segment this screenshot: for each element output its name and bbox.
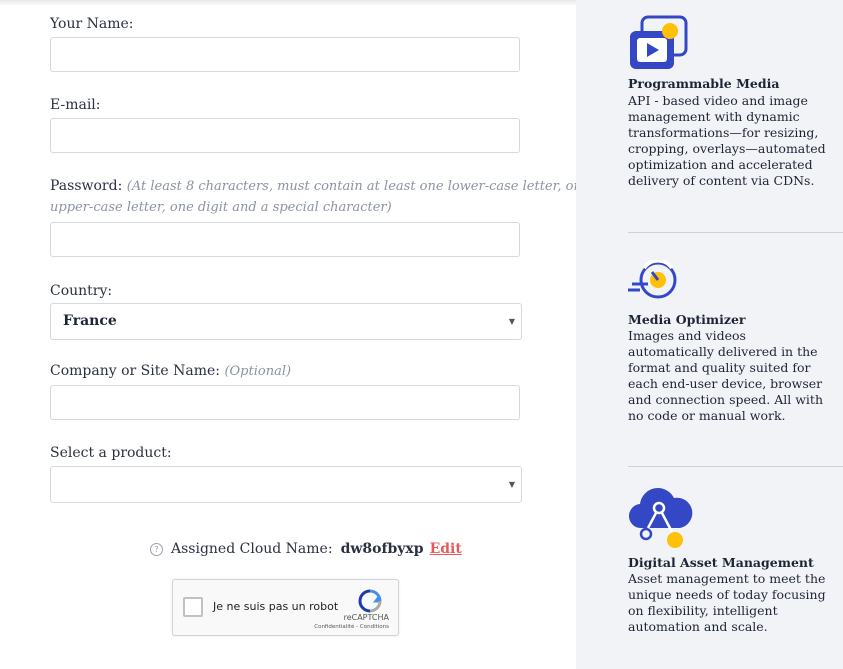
chevron-down-icon: ▼ — [508, 317, 515, 326]
company-label: Company or Site Name: — [50, 363, 220, 379]
feature-desc-digital-asset-management: Asset management to meet the unique need… — [628, 571, 826, 634]
country-selected-value: France — [63, 313, 117, 329]
divider — [628, 466, 843, 467]
media-optimizer-icon — [628, 260, 677, 299]
email-label: E-mail: — [50, 97, 101, 113]
name-input[interactable] — [51, 38, 519, 71]
recaptcha-terms-link[interactable]: Confidentialité - Conditions — [314, 624, 389, 630]
features-sidebar: Programmable Media API - based video and… — [576, 0, 843, 669]
feature-desc-programmable-media: API - based video and image management w… — [628, 93, 826, 188]
name-field[interactable] — [50, 37, 520, 72]
digital-asset-management-icon — [628, 488, 693, 548]
password-hint: (At least 8 characters, must contain at … — [126, 179, 590, 194]
password-label-row: Password: (At least 8 characters, must c… — [50, 178, 590, 194]
recaptcha-checkbox[interactable] — [183, 597, 203, 617]
company-optional-hint: (Optional) — [224, 364, 292, 379]
email-field[interactable] — [50, 118, 520, 153]
cloud-name-label: Assigned Cloud Name: — [171, 541, 333, 557]
password-input[interactable] — [51, 223, 519, 256]
country-select[interactable]: France ▼ — [50, 303, 522, 340]
password-hint-continued: upper-case letter, one digit and a speci… — [50, 200, 392, 215]
edit-cloud-name-link[interactable]: Edit — [430, 541, 462, 557]
recaptcha-logo-icon — [358, 589, 382, 613]
feature-title-media-optimizer: Media Optimizer — [628, 312, 746, 327]
company-input[interactable] — [51, 386, 519, 419]
assigned-cloud-name-row: ? Assigned Cloud Name: dw8ofbyxp Edit — [150, 541, 462, 557]
feature-title-digital-asset-management: Digital Asset Management — [628, 555, 814, 570]
password-label: Password: — [50, 178, 123, 194]
recaptcha-label: Je ne suis pas un robot — [213, 600, 339, 613]
email-input[interactable] — [51, 119, 519, 152]
feature-title-programmable-media: Programmable Media — [628, 76, 780, 91]
cloud-name-value: dw8ofbyxp — [340, 541, 424, 557]
help-icon[interactable]: ? — [150, 542, 163, 556]
name-label: Your Name: — [50, 16, 134, 32]
product-label: Select a product: — [50, 445, 172, 461]
feature-desc-media-optimizer: Images and videos automatically delivere… — [628, 328, 824, 423]
product-select[interactable]: ▼ — [50, 466, 522, 503]
divider — [628, 232, 843, 233]
password-field[interactable] — [50, 222, 520, 257]
recaptcha-widget: Je ne suis pas un robot reCAPTCHA Confid… — [172, 579, 399, 636]
country-label: Country: — [50, 283, 113, 299]
recaptcha-brand: reCAPTCHA — [343, 613, 389, 622]
programmable-media-icon — [630, 15, 688, 69]
chevron-down-icon: ▼ — [508, 480, 515, 489]
company-field[interactable] — [50, 385, 520, 420]
company-label-row: Company or Site Name: (Optional) — [50, 363, 291, 379]
